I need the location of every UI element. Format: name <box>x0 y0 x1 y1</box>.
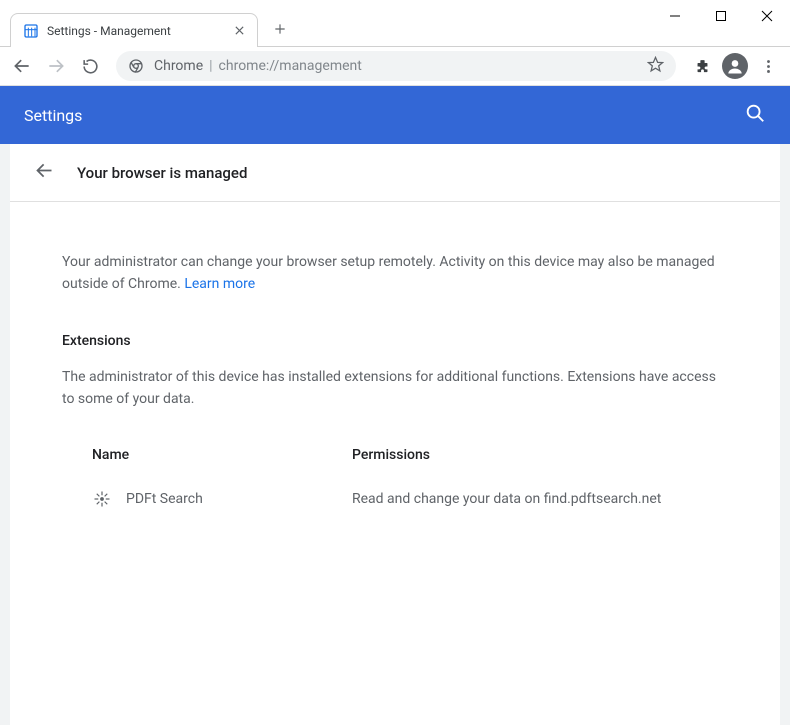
learn-more-link[interactable]: Learn more <box>184 276 255 292</box>
new-tab-button[interactable] <box>266 15 294 43</box>
extensions-icon[interactable] <box>688 52 716 80</box>
menu-icon[interactable] <box>754 52 782 80</box>
management-description: Your administrator can change your brows… <box>62 252 728 295</box>
browser-toolbar: Chrome | chrome://management <box>0 46 790 86</box>
extensions-description: The administrator of this device has ins… <box>62 367 728 410</box>
table-row: PDFt Search Read and change your data on… <box>62 473 728 525</box>
titlebar: Settings - Management <box>0 0 790 46</box>
forward-button[interactable] <box>42 52 70 80</box>
address-bar[interactable]: Chrome | chrome://management <box>116 51 676 81</box>
maximize-button[interactable] <box>698 0 744 32</box>
extension-icon <box>92 489 112 509</box>
search-icon[interactable] <box>744 102 766 128</box>
tab-favicon-icon <box>23 23 39 39</box>
tab-title: Settings - Management <box>47 24 231 38</box>
close-window-button[interactable] <box>744 0 790 32</box>
window-controls <box>652 0 790 32</box>
url-separator: | <box>209 58 212 74</box>
close-tab-icon[interactable] <box>231 23 247 39</box>
extensions-heading: Extensions <box>62 333 728 349</box>
content-area: Your administrator can change your brows… <box>10 202 780 725</box>
subheader-title: Your browser is managed <box>77 164 247 182</box>
extension-name: PDFt Search <box>126 491 352 507</box>
subheader: Your browser is managed <box>10 144 780 202</box>
profile-avatar[interactable] <box>722 53 748 79</box>
page-container: Settings Your browser is managed Your ad… <box>0 86 790 725</box>
back-arrow-icon[interactable] <box>34 160 55 185</box>
chrome-icon <box>128 58 144 74</box>
page-title: Settings <box>24 106 744 125</box>
extensions-table: Name Permissions PDFt Search Read and ch… <box>62 437 728 525</box>
minimize-button[interactable] <box>652 0 698 32</box>
bookmark-star-icon[interactable] <box>647 56 664 77</box>
description-text: Your administrator can change your brows… <box>62 254 715 292</box>
settings-header: Settings <box>0 86 790 144</box>
column-name: Name <box>92 447 352 463</box>
back-button[interactable] <box>8 52 36 80</box>
table-header: Name Permissions <box>62 437 728 473</box>
extension-permission: Read and change your data on find.pdftse… <box>352 491 698 507</box>
url-text: chrome://management <box>219 58 647 74</box>
column-permissions: Permissions <box>352 447 698 463</box>
reload-button[interactable] <box>76 52 104 80</box>
url-scheme: Chrome <box>154 58 203 74</box>
browser-tab[interactable]: Settings - Management <box>10 13 258 47</box>
